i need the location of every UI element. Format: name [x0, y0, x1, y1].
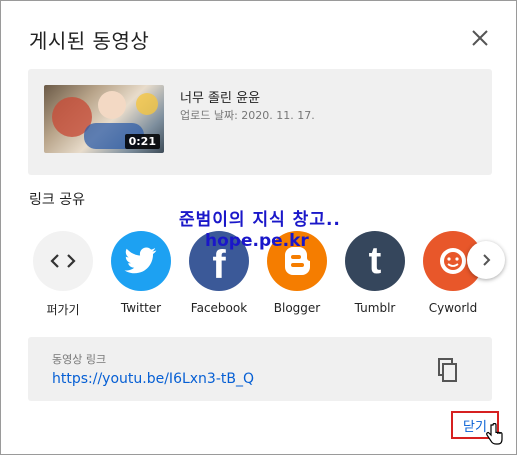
watermark-url: hope.pe.kr — [205, 231, 309, 251]
video-thumbnail: 0:21 — [44, 85, 164, 153]
share-tumblr-label: Tumblr — [354, 301, 396, 315]
hand-cursor-icon — [485, 422, 503, 445]
video-upload-date: 업로드 날짜: 2020. 11. 17. — [180, 109, 315, 122]
share-twitter[interactable]: Twitter — [106, 231, 176, 315]
share-embed[interactable]: 퍼가기 — [28, 231, 98, 318]
share-embed-label: 퍼가기 — [46, 303, 80, 317]
share-tumblr[interactable]: t Tumblr — [340, 231, 410, 315]
share-facebook-label: Facebook — [190, 301, 248, 315]
video-duration: 0:21 — [124, 134, 160, 149]
watermark-text: 준범이의 지식 창고.. — [179, 210, 341, 230]
copy-icon[interactable] — [432, 355, 462, 385]
chevron-right-icon — [483, 254, 491, 266]
video-link-box: 동영상 링크 https://youtu.be/I6Lxn3-tB_Q — [28, 337, 492, 401]
share-next-button[interactable] — [467, 241, 505, 279]
share-cyworld-label: Cyworld — [428, 301, 478, 315]
video-title: 너무 졸린 윤윤 — [180, 91, 261, 106]
video-link-label: 동영상 링크 — [52, 353, 107, 366]
embed-icon — [33, 231, 93, 291]
tumblr-icon: t — [345, 231, 405, 291]
twitter-icon — [111, 231, 171, 291]
share-twitter-label: Twitter — [120, 301, 162, 315]
share-section-label: 링크 공유 — [29, 192, 85, 208]
dialog-title: 게시된 동영상 — [29, 29, 150, 53]
video-link-url[interactable]: https://youtu.be/I6Lxn3-tB_Q — [52, 371, 254, 387]
share-dialog: 게시된 동영상 0:21 너무 졸린 윤윤 업로드 날짜: 2020. 11. … — [0, 0, 517, 455]
close-icon[interactable] — [467, 25, 493, 51]
share-blogger-label: Blogger — [273, 301, 321, 315]
video-card: 0:21 너무 졸린 윤윤 업로드 날짜: 2020. 11. 17. — [28, 69, 492, 175]
